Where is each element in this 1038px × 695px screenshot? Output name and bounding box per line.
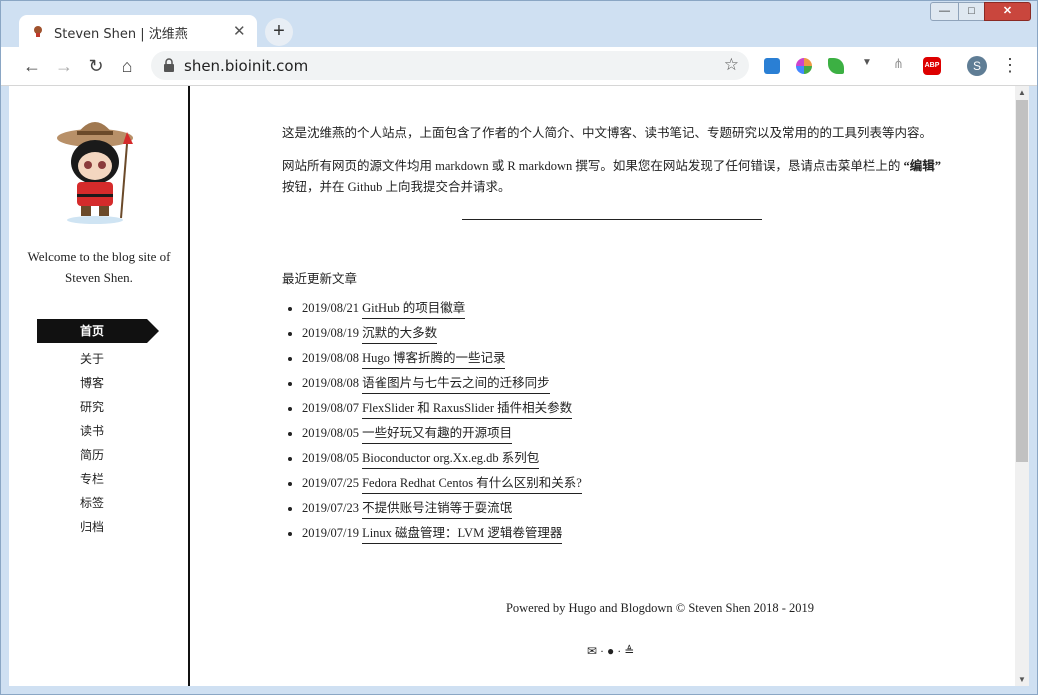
minimize-button[interactable]: — — [930, 2, 959, 21]
forward-arrow-icon[interactable]: → — [53, 55, 75, 77]
list-item: 2019/07/23 不提供账号注销等于耍流氓 — [302, 496, 582, 521]
browser-toolbar: ← → ↻ ⌂ shen.bioinit.com ☆ ▼ ⋔ ABP S ⋮ — [1, 47, 1037, 86]
list-item: 2019/08/05 一些好玩又有趣的开源项目 — [302, 421, 582, 446]
source-paragraph: 网站所有网页的源文件均用 markdown 或 R markdown 撰写。如果… — [282, 156, 950, 198]
list-item: 2019/08/07 FlexSlider 和 RaxusSlider 插件相关… — [302, 396, 582, 421]
post-date: 2019/08/08 — [302, 376, 359, 390]
translate-extension-icon[interactable] — [764, 58, 780, 74]
post-link[interactable]: 语雀图片与七牛云之间的迁移同步 — [362, 376, 550, 394]
post-date: 2019/08/07 — [302, 401, 359, 415]
list-item: 2019/08/21 GitHub 的项目徽章 — [302, 296, 582, 321]
divider — [462, 219, 762, 220]
post-date: 2019/08/05 — [302, 426, 359, 440]
sidebar: Welcome to the blog site of Steven Shen.… — [9, 86, 190, 686]
footer-text: Powered by Hugo and Blogdown © Steven Sh… — [505, 601, 815, 615]
maximize-button[interactable]: □ — [958, 2, 985, 21]
dropdown-arrow-icon[interactable]: ▼ — [862, 57, 872, 68]
page-viewport: Welcome to the blog site of Steven Shen.… — [9, 86, 1029, 686]
edit-emphasis: “编辑” — [903, 159, 942, 173]
post-date: 2019/07/19 — [302, 526, 359, 540]
sidebar-nav: 首页 关于 博客 研究 读书 简历 专栏 标签 归档 — [37, 319, 161, 539]
post-link[interactable]: GitHub 的项目徽章 — [362, 301, 466, 319]
post-link[interactable]: 不提供账号注销等于耍流氓 — [362, 501, 513, 519]
home-icon[interactable]: ⌂ — [116, 55, 138, 77]
new-tab-button[interactable]: + — [265, 18, 293, 46]
menu-dots-icon[interactable]: ⋮ — [1001, 55, 1019, 76]
scroll-down-icon[interactable]: ▼ — [1018, 675, 1026, 684]
nav-item-blog[interactable]: 博客 — [37, 371, 147, 395]
post-date: 2019/07/25 — [302, 476, 359, 490]
close-window-button[interactable]: ✕ — [984, 2, 1031, 21]
url-text: shen.bioinit.com — [184, 57, 309, 75]
post-date: 2019/08/05 — [302, 451, 359, 465]
post-date: 2019/08/08 — [302, 351, 359, 365]
profile-avatar[interactable]: S — [967, 56, 987, 76]
reload-icon[interactable]: ↻ — [85, 55, 107, 77]
nav-item-column[interactable]: 专栏 — [37, 467, 147, 491]
tab-title: Steven Shen | 沈维燕 — [54, 27, 188, 42]
tab-close-icon[interactable]: ✕ — [233, 22, 246, 40]
back-arrow-icon[interactable]: ← — [21, 55, 43, 77]
tab-strip: Steven Shen | 沈维燕 ✕ + — □ ✕ — [1, 1, 1037, 47]
color-extension-icon[interactable] — [796, 58, 812, 74]
social-links[interactable]: ✉ · ● · ≜ — [587, 644, 634, 659]
bookmark-star-icon[interactable]: ☆ — [724, 55, 739, 75]
post-link[interactable]: FlexSlider 和 RaxusSlider 插件相关参数 — [362, 401, 573, 419]
lock-icon — [164, 58, 174, 72]
post-link[interactable]: 沉默的大多数 — [362, 326, 438, 344]
nav-item-research[interactable]: 研究 — [37, 395, 147, 419]
post-date: 2019/08/21 — [302, 301, 359, 315]
nav-item-tags[interactable]: 标签 — [37, 491, 147, 515]
scroll-up-icon[interactable]: ▲ — [1018, 88, 1026, 97]
intro-paragraph: 这是沈维燕的个人站点，上面包含了作者的个人简介、中文博客、读书笔记、专题研究以及… — [282, 126, 933, 140]
list-item: 2019/08/08 语雀图片与七牛云之间的迁移同步 — [302, 371, 582, 396]
vertical-scrollbar[interactable]: ▲ ▼ — [1015, 86, 1029, 686]
post-date: 2019/08/19 — [302, 326, 359, 340]
address-bar[interactable]: shen.bioinit.com ☆ — [151, 51, 749, 80]
site-favicon-icon — [34, 26, 42, 37]
list-item: 2019/08/05 Bioconductor org.Xx.eg.db 系列包 — [302, 446, 582, 471]
nav-item-reading[interactable]: 读书 — [37, 419, 147, 443]
nav-item-resume[interactable]: 简历 — [37, 443, 147, 467]
leaf-extension-icon[interactable] — [828, 58, 844, 74]
source-text-a: 网站所有网页的源文件均用 markdown 或 R markdown 撰写。如果… — [282, 159, 904, 173]
source-text-b: 按钮，并在 Github 上向我提交合并请求。 — [282, 180, 511, 194]
post-link[interactable]: Linux 磁盘管理：LVM 逻辑卷管理器 — [362, 526, 563, 544]
list-item: 2019/08/08 Hugo 博客折腾的一些记录 — [302, 346, 582, 371]
post-link[interactable]: Fedora Redhat Centos 有什么区别和关系? — [362, 476, 582, 494]
nav-item-home[interactable]: 首页 — [37, 319, 159, 343]
network-extension-icon[interactable]: ⋔ — [893, 56, 904, 72]
nav-item-about[interactable]: 关于 — [37, 347, 147, 371]
nav-item-archive[interactable]: 归档 — [37, 515, 147, 539]
mascot-logo — [57, 122, 133, 224]
post-date: 2019/07/23 — [302, 501, 359, 515]
browser-tab[interactable]: Steven Shen | 沈维燕 ✕ — [19, 15, 257, 47]
scrollbar-thumb[interactable] — [1016, 100, 1028, 462]
list-item: 2019/07/19 Linux 磁盘管理：LVM 逻辑卷管理器 — [302, 521, 582, 546]
adblock-extension-icon[interactable]: ABP — [923, 57, 941, 75]
post-list: 2019/08/21 GitHub 的项目徽章 2019/08/19 沉默的大多… — [282, 296, 582, 546]
post-link[interactable]: Bioconductor org.Xx.eg.db 系列包 — [362, 451, 540, 469]
browser-window: Steven Shen | 沈维燕 ✕ + — □ ✕ ← → ↻ ⌂ shen… — [0, 0, 1038, 695]
list-item: 2019/07/25 Fedora Redhat Centos 有什么区别和关系… — [302, 471, 582, 496]
recent-heading: 最近更新文章 — [282, 272, 358, 286]
list-item: 2019/08/19 沉默的大多数 — [302, 321, 582, 346]
post-link[interactable]: 一些好玩又有趣的开源项目 — [362, 426, 513, 444]
welcome-text: Welcome to the blog site of Steven Shen. — [27, 249, 171, 285]
post-link[interactable]: Hugo 博客折腾的一些记录 — [362, 351, 506, 369]
